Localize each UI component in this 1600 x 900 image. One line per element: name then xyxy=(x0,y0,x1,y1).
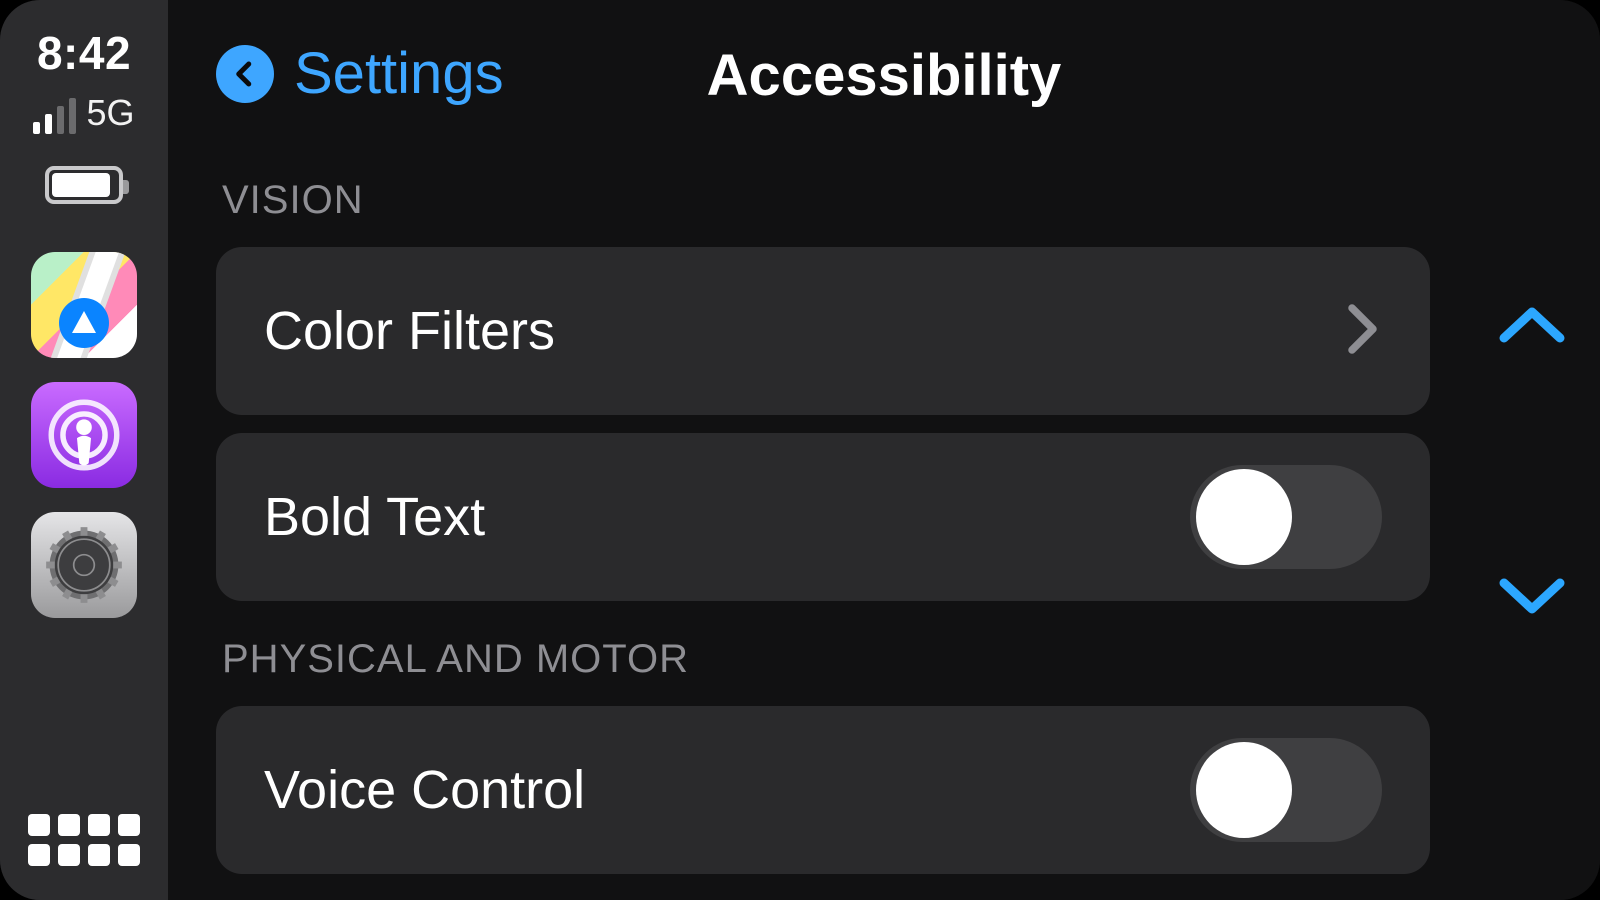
scroll-down-button[interactable] xyxy=(1496,573,1568,626)
scroll-up-button[interactable] xyxy=(1496,300,1568,353)
settings-app-icon[interactable] xyxy=(31,512,137,618)
main-pane: Settings Accessibility VISION Color Filt… xyxy=(168,0,1600,900)
signal-bar xyxy=(45,114,52,134)
battery-icon xyxy=(45,166,123,204)
settings-list: VISION Color Filters Bold Text PHYSICAL … xyxy=(216,160,1430,892)
maps-app-icon[interactable] xyxy=(31,252,137,358)
network-type: 5G xyxy=(86,92,134,134)
page-title: Accessibility xyxy=(168,42,1600,109)
home-grid-button[interactable] xyxy=(28,814,140,866)
gear-icon xyxy=(41,522,127,608)
signal-bar xyxy=(57,106,64,134)
row-label: Color Filters xyxy=(264,300,555,362)
row-bold-text[interactable]: Bold Text xyxy=(216,433,1430,601)
chevron-up-icon xyxy=(1496,300,1568,348)
carplay-screen: 8:42 5G xyxy=(0,0,1600,900)
podcasts-icon xyxy=(45,396,123,474)
row-voice-control[interactable]: Voice Control xyxy=(216,706,1430,874)
scroll-controls xyxy=(1496,300,1568,626)
bold-text-toggle[interactable] xyxy=(1190,465,1382,569)
section-header-physical-motor: PHYSICAL AND MOTOR xyxy=(222,637,1430,682)
section-header-vision: VISION xyxy=(222,178,1430,223)
battery-fill xyxy=(52,173,110,197)
signal-bars-icon xyxy=(33,104,76,134)
row-label: Voice Control xyxy=(264,759,585,821)
voice-control-toggle[interactable] xyxy=(1190,738,1382,842)
nav-header: Settings Accessibility xyxy=(168,0,1600,150)
toggle-knob xyxy=(1196,742,1292,838)
network-status: 5G xyxy=(33,92,134,134)
recent-apps xyxy=(31,252,137,618)
status-sidebar: 8:42 5G xyxy=(0,0,168,900)
toggle-knob xyxy=(1196,469,1292,565)
clock: 8:42 xyxy=(37,26,131,80)
signal-bar xyxy=(33,122,40,134)
chevron-down-icon xyxy=(1496,573,1568,621)
row-color-filters[interactable]: Color Filters xyxy=(216,247,1430,415)
row-label: Bold Text xyxy=(264,486,485,548)
signal-bar xyxy=(69,98,76,134)
podcasts-app-icon[interactable] xyxy=(31,382,137,488)
chevron-right-icon xyxy=(1346,302,1382,361)
